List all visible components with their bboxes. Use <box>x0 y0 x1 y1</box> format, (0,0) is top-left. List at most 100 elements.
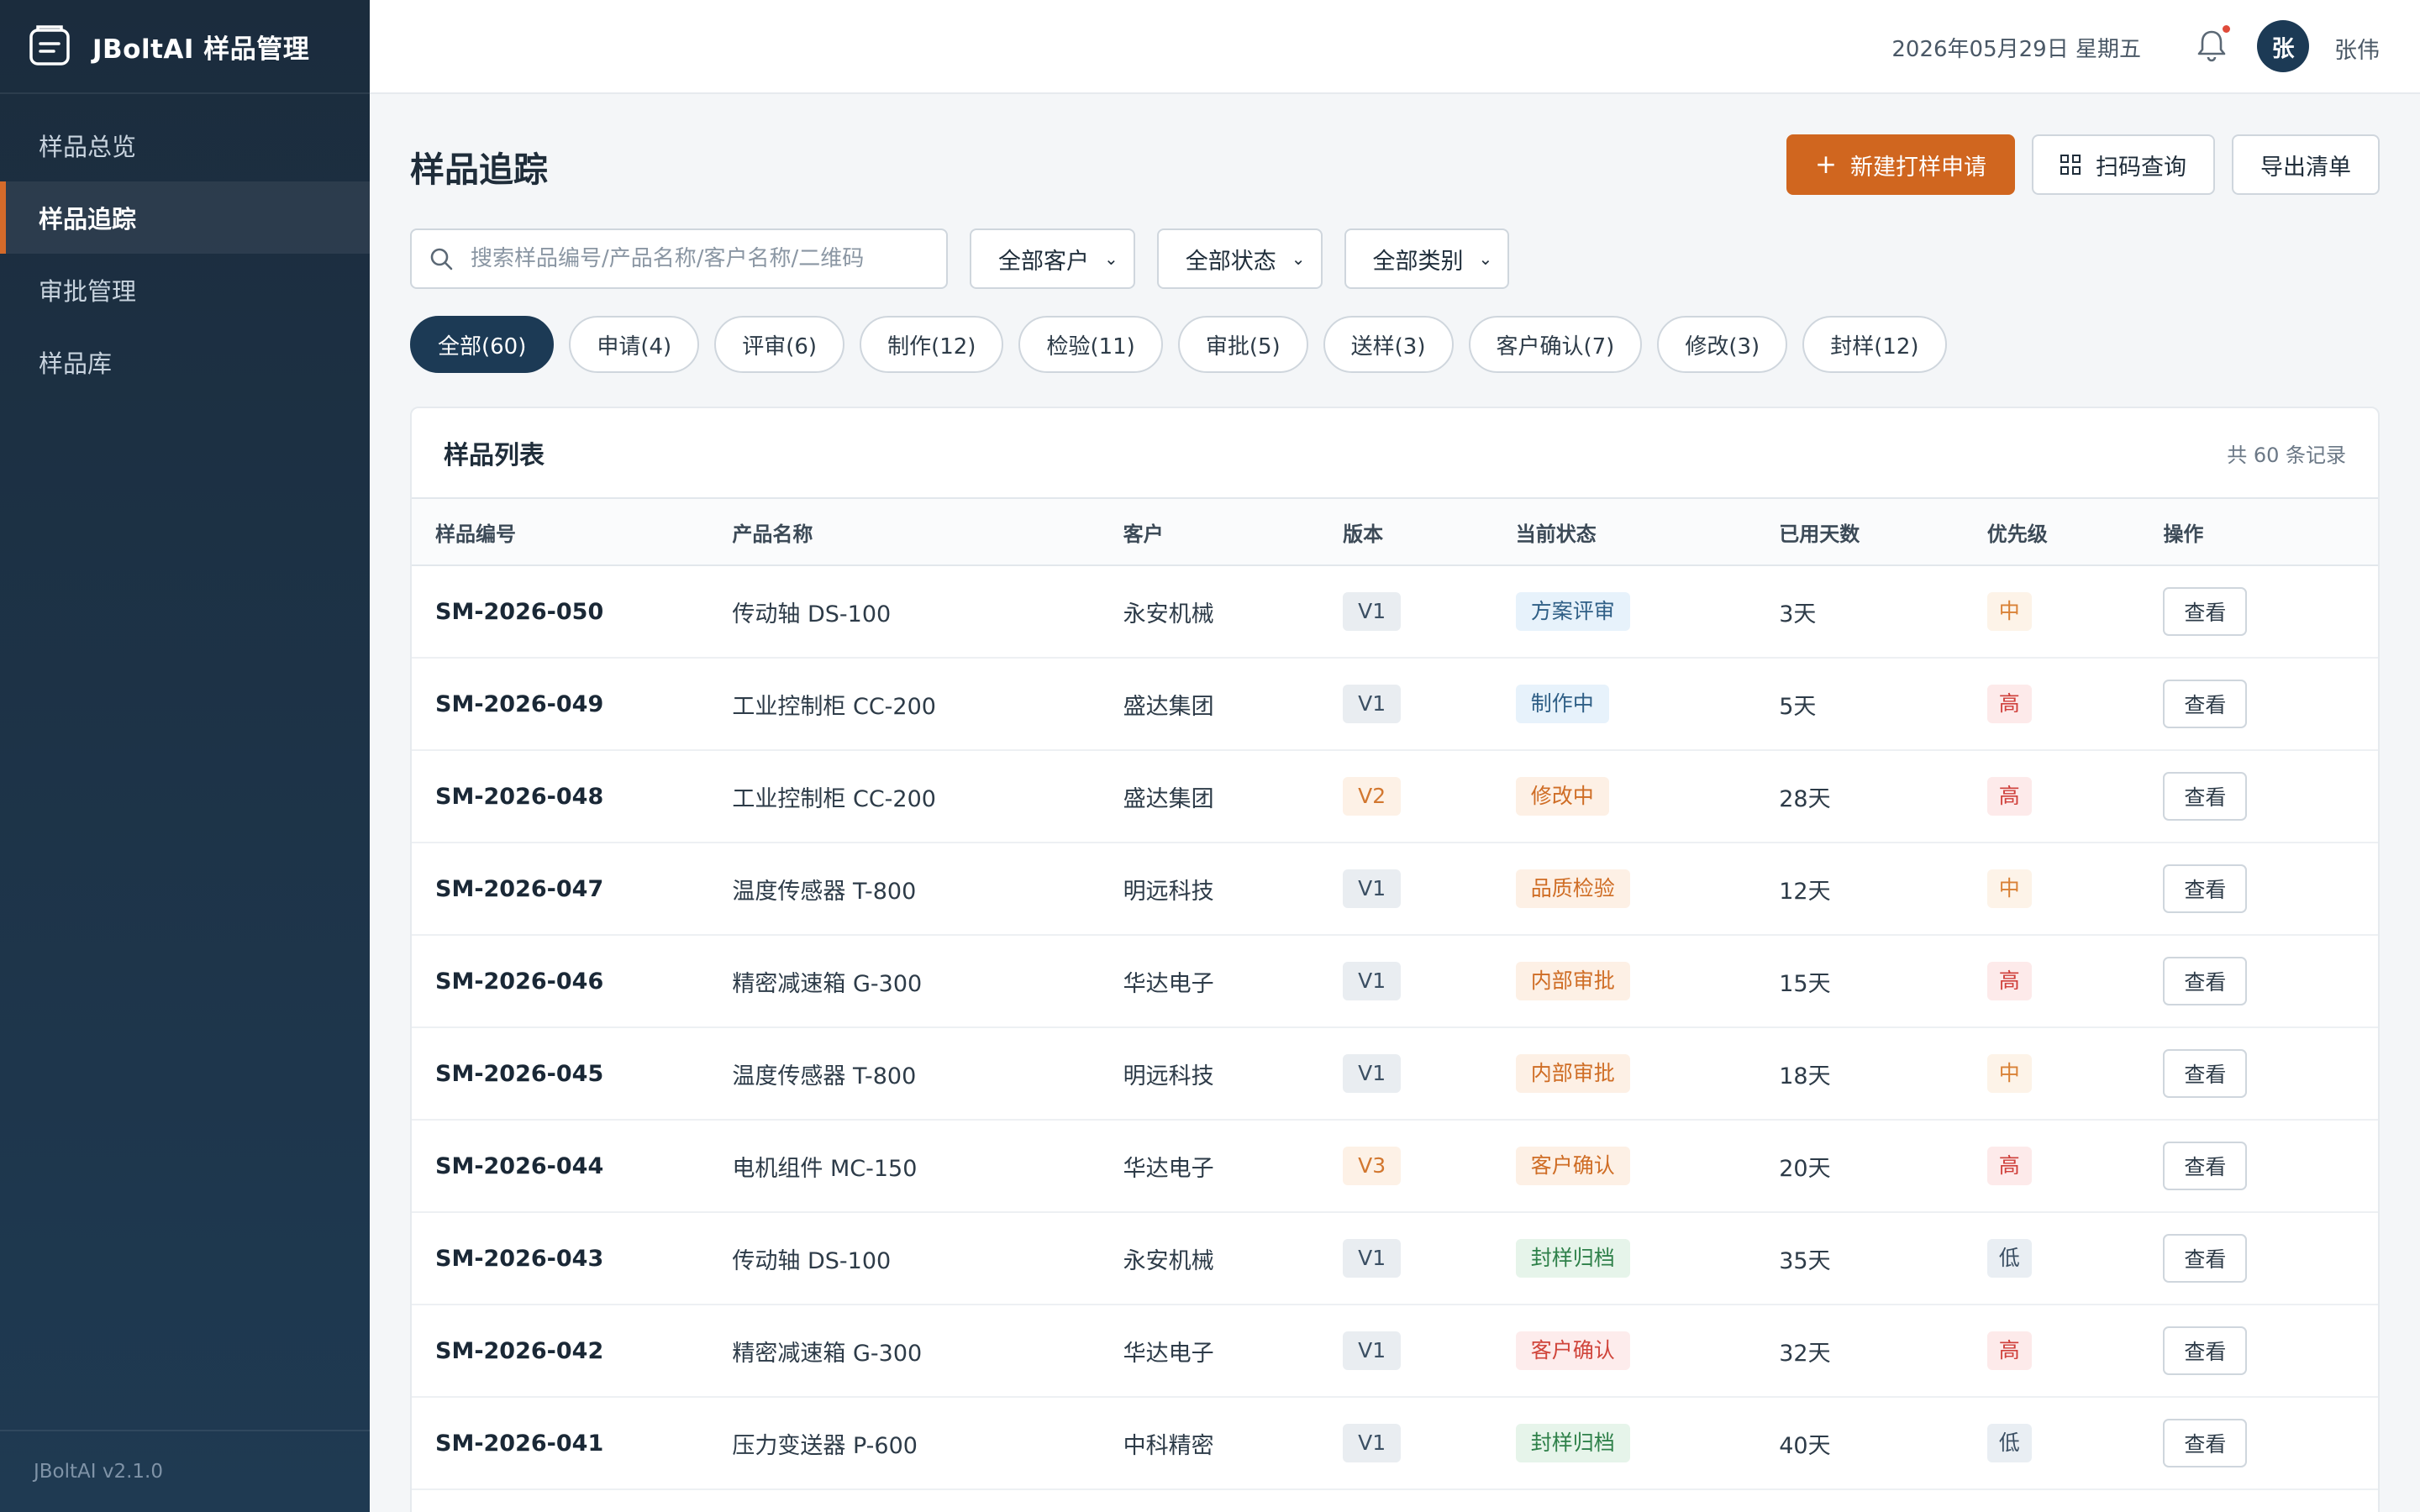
cell-status: 内部审批 <box>1515 962 1779 1000</box>
priority-badge: 高 <box>1986 685 2032 723</box>
status-badge: 封样归档 <box>1515 1239 1630 1278</box>
cell-priority: 高 <box>1986 1331 2164 1370</box>
status-badge: 修改中 <box>1515 777 1609 816</box>
cell-product-name: 工业控制柜 CC-200 <box>732 693 936 720</box>
priority-badge: 高 <box>1986 1331 2032 1370</box>
status-select[interactable]: 全部状态 ⌄ <box>1156 228 1323 289</box>
cell-priority: 高 <box>1986 962 2164 1000</box>
status-chip[interactable]: 送样(3) <box>1323 316 1454 373</box>
priority-badge: 低 <box>1986 1239 2032 1278</box>
status-chip[interactable]: 检验(11) <box>1018 316 1163 373</box>
cell-priority: 低 <box>1986 1239 2164 1278</box>
cell-status: 制作中 <box>1515 685 1779 723</box>
status-chip[interactable]: 封样(12) <box>1802 316 1947 373</box>
chevron-down-icon: ⌄ <box>1291 249 1306 269</box>
top-header: 2026年05月29日 星期五 张 张伟 <box>370 0 2420 94</box>
cell-actions: 查看 <box>2163 1234 2378 1283</box>
priority-badge: 中 <box>1986 1054 2032 1093</box>
status-chip[interactable]: 修改(3) <box>1657 316 1788 373</box>
column-header: 产品名称 <box>732 522 813 546</box>
chevron-down-icon: ⌄ <box>1478 249 1493 269</box>
sidebar-item-3[interactable]: 样品库 <box>0 326 370 398</box>
version-badge: V1 <box>1343 1054 1402 1093</box>
page-actions: + 新建打样申请 扫码查询 导出清单 <box>1786 134 2380 195</box>
version-badge: V1 <box>1343 1239 1402 1278</box>
sample-id: SM-2026-043 <box>435 1245 604 1272</box>
scan-query-button[interactable]: 扫码查询 <box>2032 134 2215 195</box>
avatar[interactable]: 张 <box>2257 20 2309 72</box>
cell-priority: 中 <box>1986 1054 2164 1093</box>
customer-select[interactable]: 全部客户 ⌄ <box>970 228 1135 289</box>
view-button[interactable]: 查看 <box>2163 1419 2248 1467</box>
view-button[interactable]: 查看 <box>2163 772 2248 821</box>
version-label: JBoltAI v2.1.0 <box>0 1430 370 1512</box>
cell-actions: 查看 <box>2163 1142 2378 1190</box>
status-chip[interactable]: 客户确认(7) <box>1468 316 1643 373</box>
view-button[interactable]: 查看 <box>2163 1049 2248 1098</box>
status-chip[interactable]: 全部(60) <box>410 316 555 373</box>
cell-days-used: 3天 <box>1779 601 1817 627</box>
new-sample-request-button[interactable]: + 新建打样申请 <box>1786 134 2015 195</box>
app-title: JBoltAI 样品管理 <box>92 34 310 65</box>
sample-id: SM-2026-047 <box>435 875 604 902</box>
cell-sample-id: SM-2026-047 <box>412 876 732 902</box>
cell-version: V1 <box>1343 962 1516 1000</box>
cell-customer: 华达电子 <box>1123 970 1214 997</box>
view-button[interactable]: 查看 <box>2163 864 2248 913</box>
version-badge: V2 <box>1343 777 1402 816</box>
cell-days-used: 32天 <box>1779 1340 1831 1367</box>
sidebar-item-2[interactable]: 审批管理 <box>0 254 370 326</box>
version-badge: V1 <box>1343 592 1402 631</box>
view-button[interactable]: 查看 <box>2163 957 2248 1005</box>
cell-product-name: 传动轴 DS-100 <box>732 1247 892 1274</box>
notification-button[interactable] <box>2195 25 2230 64</box>
cell-product-name: 精密减速箱 G-300 <box>732 1340 923 1367</box>
app-root: JBoltAI 样品管理 样品总览 样品追踪 审批管理 样品库 JBoltAI v2.… <box>0 0 2420 1512</box>
version-badge: V1 <box>1343 1424 1402 1462</box>
status-badge: 客户确认 <box>1515 1331 1630 1370</box>
cell-product-name: 温度传感器 T-800 <box>732 878 917 905</box>
table-row: SM-2026-048 工业控制柜 CC-200 盛达集团 V2 修改中 28天 高 查看 <box>412 751 2378 843</box>
cell-version: V2 <box>1343 777 1516 816</box>
cell-version: V1 <box>1343 592 1516 631</box>
category-select[interactable]: 全部类别 ⌄ <box>1344 228 1510 289</box>
status-badge: 制作中 <box>1515 685 1609 723</box>
cell-customer: 盛达集团 <box>1123 693 1214 720</box>
priority-badge: 高 <box>1986 777 2032 816</box>
page-title: 样品追踪 <box>410 150 548 190</box>
view-button[interactable]: 查看 <box>2163 680 2248 728</box>
column-header: 当前状态 <box>1515 522 1597 546</box>
view-button[interactable]: 查看 <box>2163 1326 2248 1375</box>
status-chip[interactable]: 制作(12) <box>860 316 1004 373</box>
export-list-button[interactable]: 导出清单 <box>2232 134 2380 195</box>
sample-id: SM-2026-044 <box>435 1152 604 1179</box>
status-badge: 品质检验 <box>1515 869 1630 908</box>
view-button[interactable]: 查看 <box>2163 1142 2248 1190</box>
view-button[interactable]: 查看 <box>2163 587 2248 636</box>
cell-days-used: 12天 <box>1779 878 1831 905</box>
table-row: SM-2026-046 精密减速箱 G-300 华达电子 V1 内部审批 15天 高 查看 <box>412 936 2378 1028</box>
search-box[interactable] <box>410 228 948 289</box>
cell-product-name: 精密减速箱 G-300 <box>732 970 923 997</box>
cell-days-used: 20天 <box>1779 1155 1831 1182</box>
status-badge: 封样归档 <box>1515 1424 1630 1462</box>
chevron-down-icon: ⌄ <box>1104 249 1118 269</box>
customer-select-value: 全部客户 <box>998 248 1089 275</box>
status-chip[interactable]: 审批(5) <box>1177 316 1308 373</box>
cell-sample-id: SM-2026-042 <box>412 1338 732 1364</box>
current-date: 2026年05月29日 星期五 <box>1891 37 2141 62</box>
cell-product-name: 温度传感器 T-800 <box>732 1063 917 1089</box>
sample-id: SM-2026-041 <box>435 1430 604 1457</box>
sidebar-item-0[interactable]: 样品总览 <box>0 109 370 181</box>
version-badge: V1 <box>1343 962 1402 1000</box>
column-header: 优先级 <box>1986 522 2048 546</box>
table-row: SM-2026-049 工业控制柜 CC-200 盛达集团 V1 制作中 5天 高 查看 <box>412 659 2378 751</box>
status-chip[interactable]: 评审(6) <box>714 316 845 373</box>
priority-badge: 中 <box>1986 592 2032 631</box>
view-button[interactable]: 查看 <box>2163 1234 2248 1283</box>
sample-id: SM-2026-049 <box>435 690 604 717</box>
search-input[interactable] <box>471 246 941 271</box>
status-chip[interactable]: 申请(4) <box>569 316 700 373</box>
sidebar-item-1[interactable]: 样品追踪 <box>0 181 370 254</box>
user-name[interactable]: 张伟 <box>2334 32 2380 65</box>
